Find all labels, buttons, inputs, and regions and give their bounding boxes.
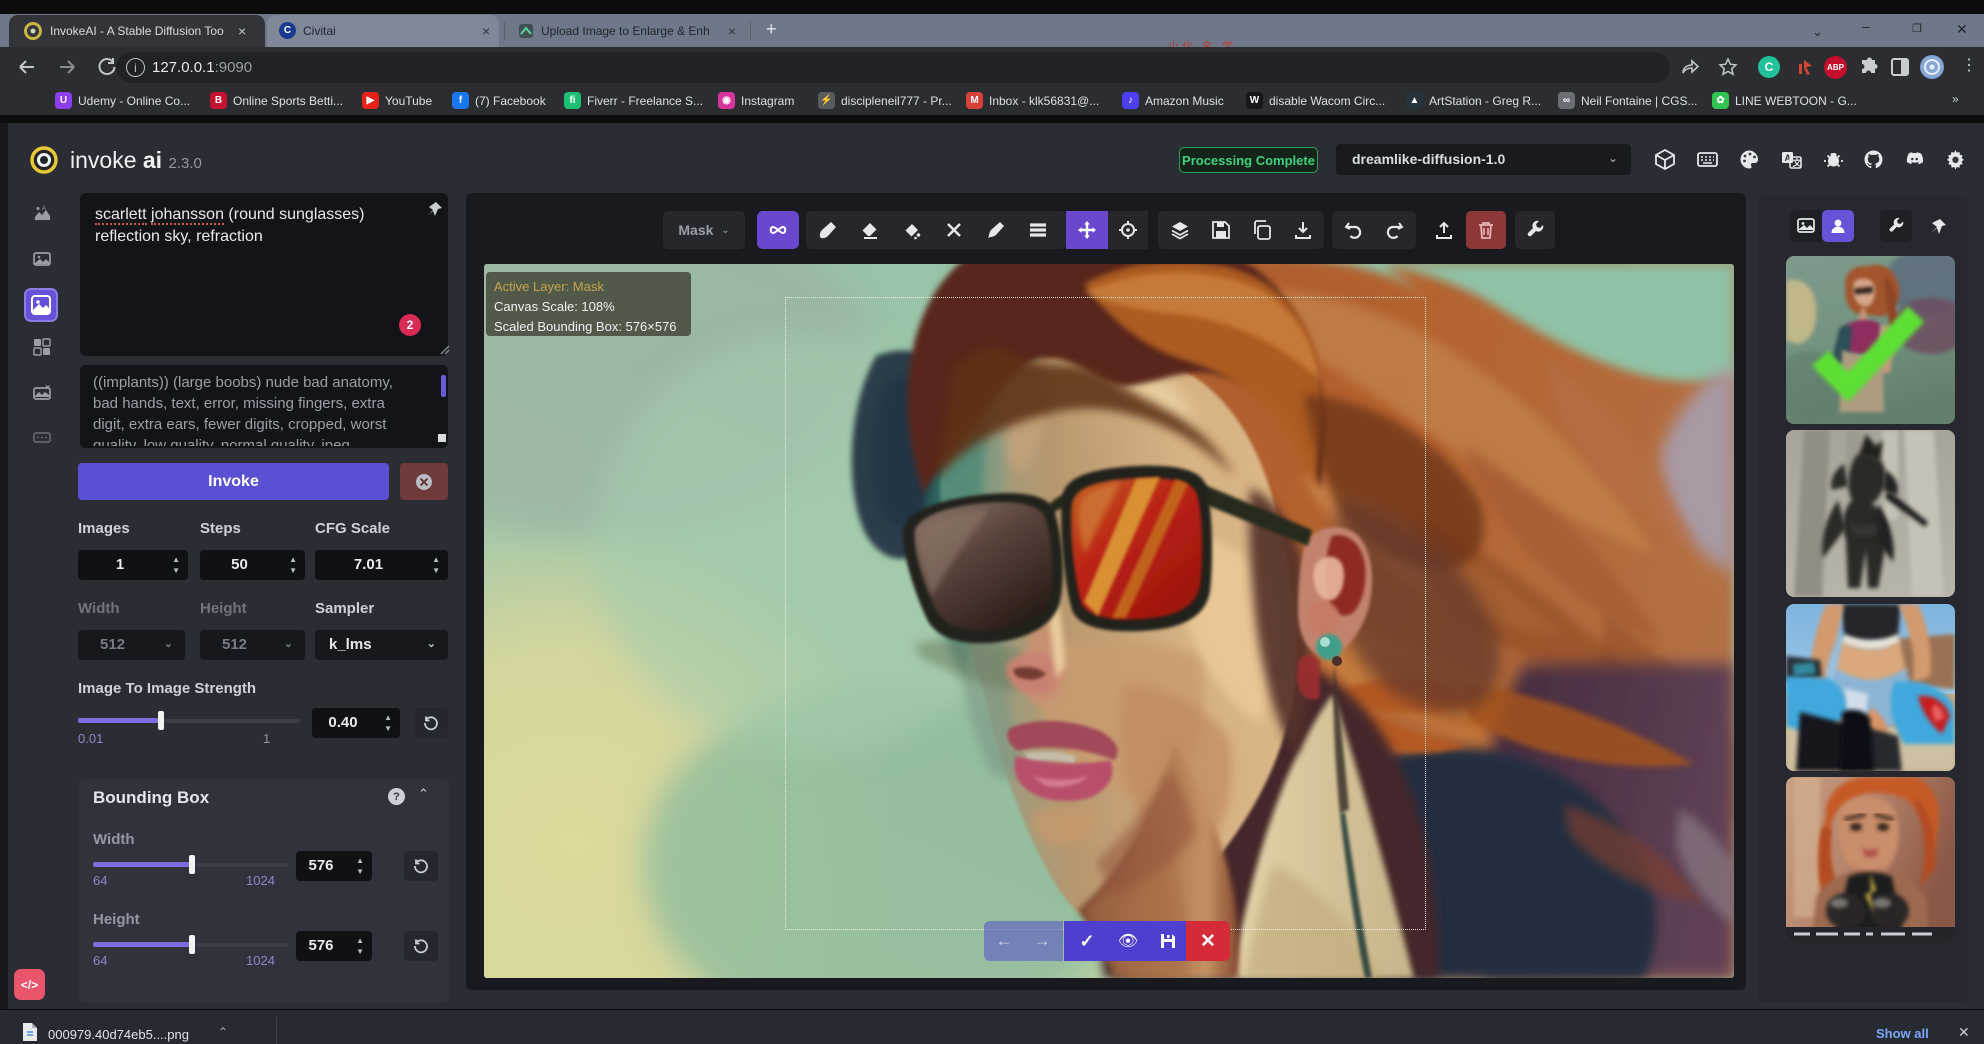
svg-text:A: A bbox=[42, 206, 46, 212]
svg-text:文: 文 bbox=[1792, 157, 1803, 168]
